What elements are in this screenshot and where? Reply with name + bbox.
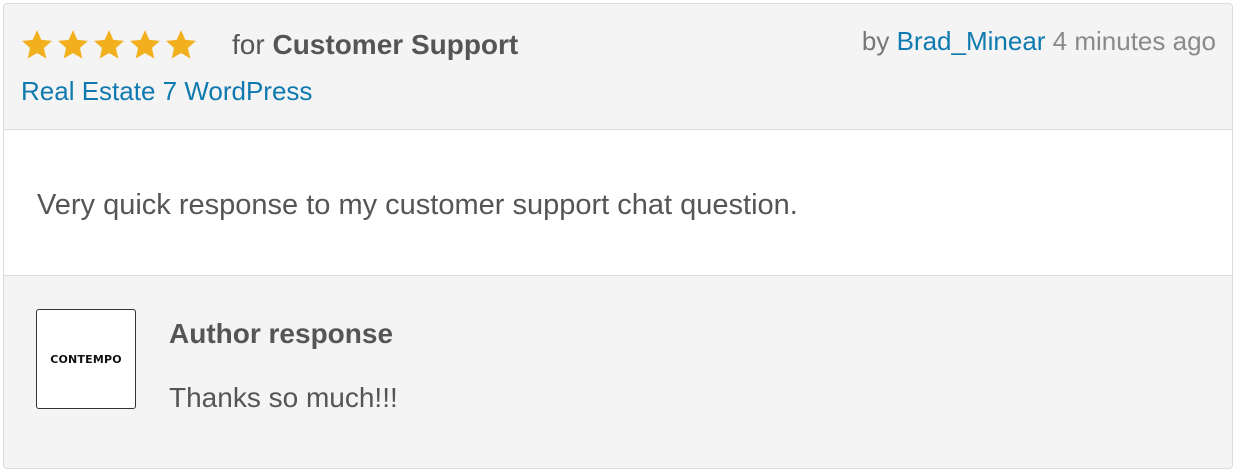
- author-response-title: Author response: [169, 318, 394, 349]
- star-icon: [20, 28, 54, 62]
- review-body: Very quick response to my customer suppo…: [4, 131, 1232, 275]
- author-response-text: Thanks so much!!!: [169, 382, 398, 413]
- star-icon: [92, 28, 126, 62]
- review-header: for Customer Support Real Estate 7 WordP…: [4, 4, 1232, 130]
- review-category-line: for Customer Support: [232, 29, 518, 61]
- contempo-logo: CONTEMPO: [50, 352, 122, 366]
- star-rating: [20, 28, 198, 62]
- author-link[interactable]: Brad_Minear: [897, 26, 1046, 56]
- review-card: for Customer Support Real Estate 7 WordP…: [3, 3, 1233, 469]
- star-icon: [56, 28, 90, 62]
- theme-link[interactable]: Real Estate 7 WordPress: [21, 76, 312, 107]
- star-icon: [164, 28, 198, 62]
- review-byline: by Brad_Minear 4 minutes ago: [862, 26, 1216, 57]
- review-category: Customer Support: [272, 29, 519, 60]
- for-prefix: for: [232, 29, 265, 60]
- author-response: CONTEMPO Author response Thanks so much!…: [4, 275, 1232, 468]
- by-prefix: by: [861, 26, 890, 56]
- author-avatar: CONTEMPO: [36, 309, 136, 409]
- review-time: 4 minutes ago: [1052, 26, 1216, 56]
- review-text: Very quick response to my customer suppo…: [37, 189, 798, 221]
- star-icon: [128, 28, 162, 62]
